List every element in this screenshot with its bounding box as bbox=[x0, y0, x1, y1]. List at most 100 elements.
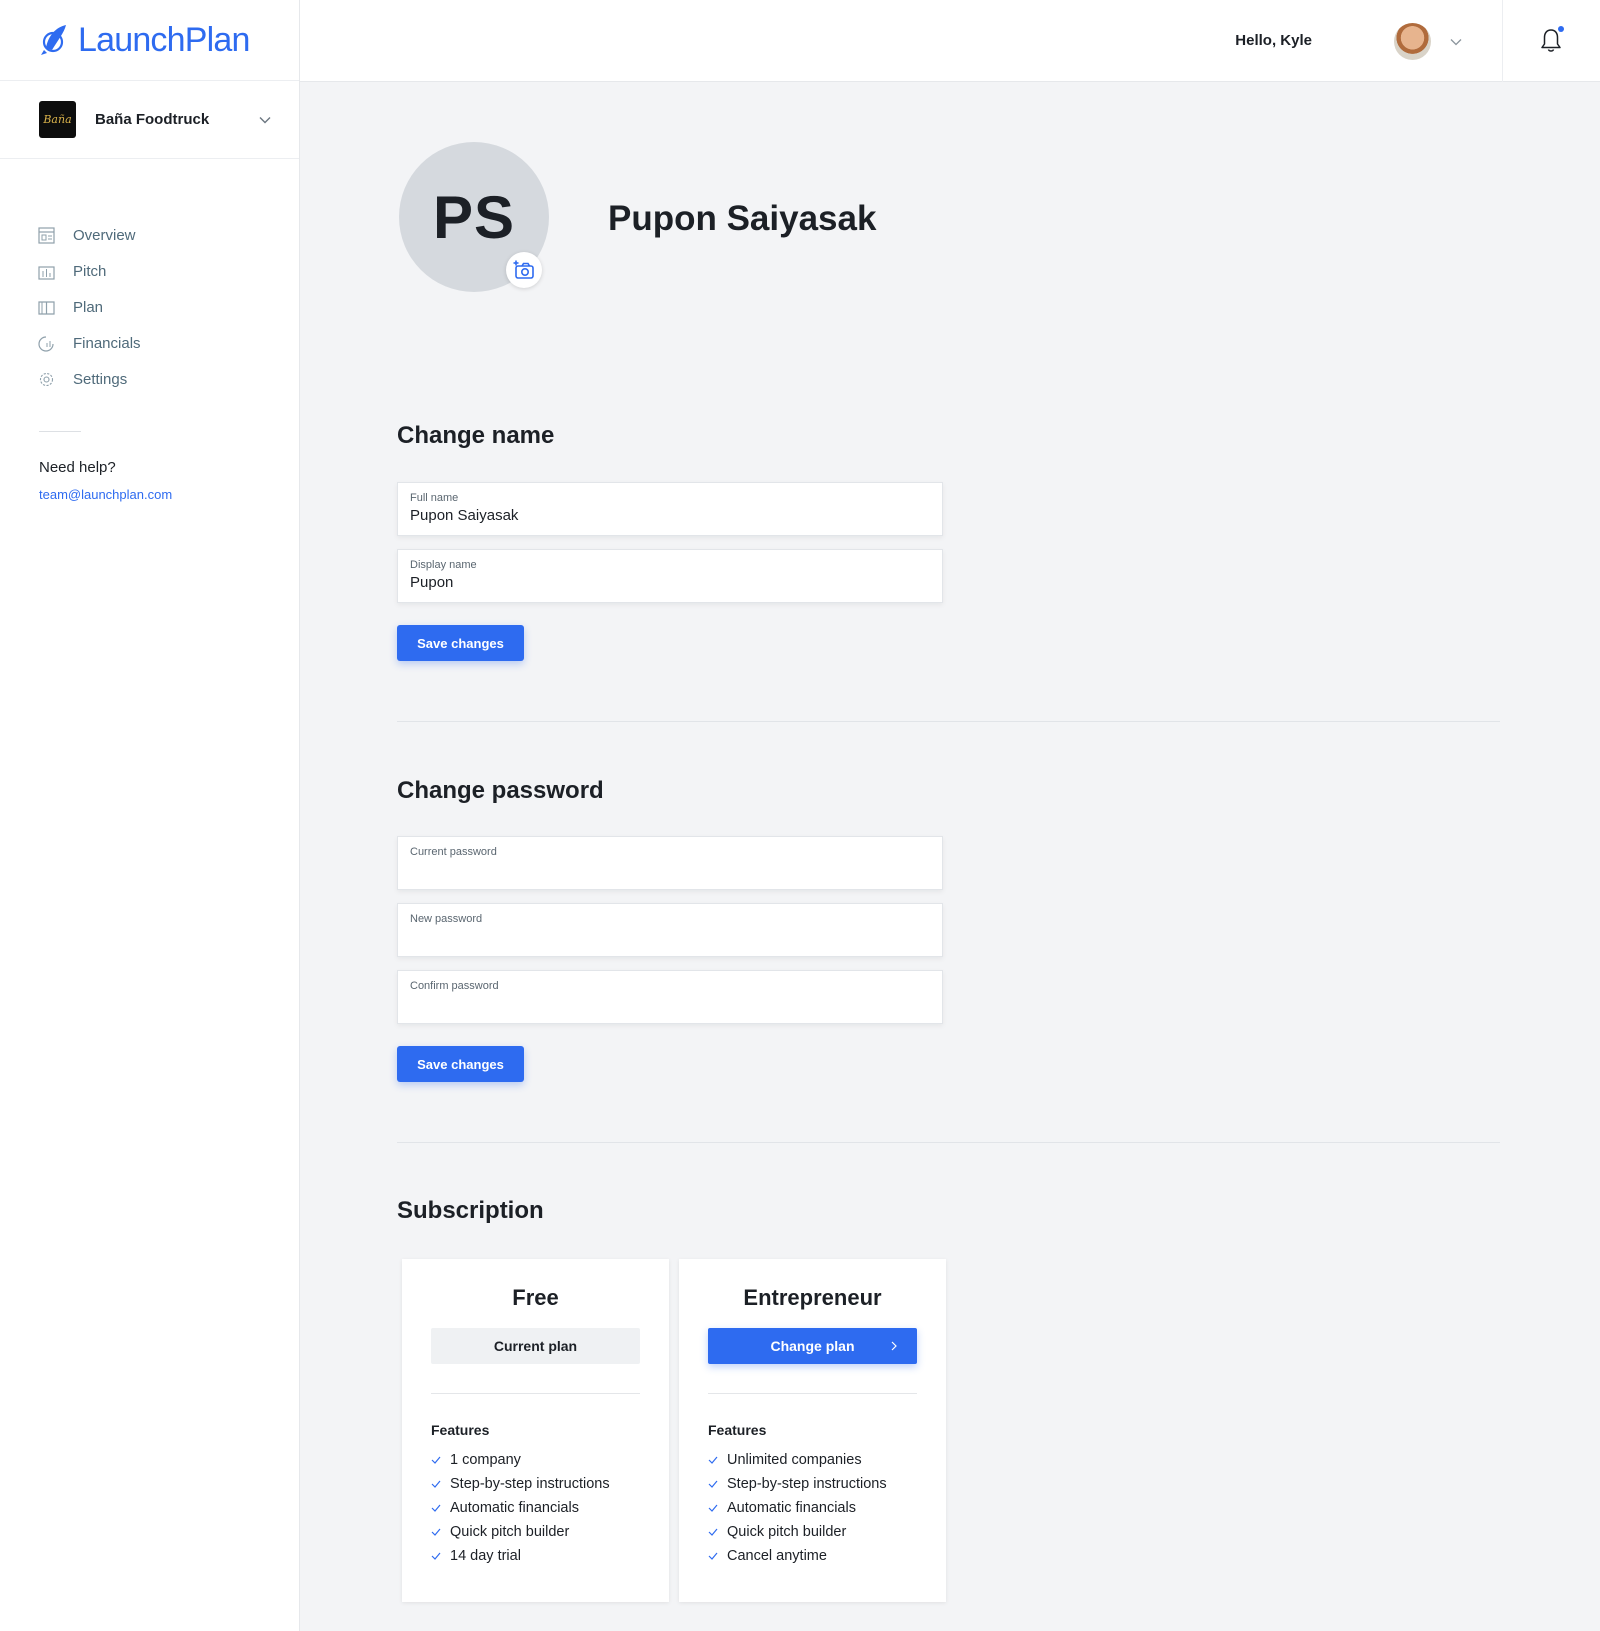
plan-divider bbox=[708, 1393, 917, 1394]
profile-header: PS Pupon Saiyasak bbox=[397, 82, 1500, 302]
sidebar-item-settings[interactable]: Settings bbox=[38, 361, 299, 397]
check-icon bbox=[431, 1504, 441, 1512]
sidebar-item-label: Plan bbox=[73, 298, 104, 316]
feature-label: Unlimited companies bbox=[727, 1452, 862, 1468]
profile-initials: PS bbox=[432, 183, 516, 251]
plan-icon bbox=[38, 300, 55, 315]
plan-divider bbox=[431, 1393, 640, 1394]
save-name-button[interactable]: Save changes bbox=[397, 625, 524, 661]
user-greeting: Hello, Kyle bbox=[1235, 32, 1312, 49]
add-photo-icon bbox=[513, 260, 534, 279]
confirm-password-label: Confirm password bbox=[410, 980, 499, 992]
sidebar-item-overview[interactable]: Overview bbox=[38, 217, 299, 253]
subscription-section: Subscription Free Current plan Features … bbox=[397, 1143, 1500, 1602]
feature-item: Unlimited companies bbox=[708, 1448, 917, 1472]
sidebar: LaunchPlan Baña Baña Foodtruck Overview bbox=[0, 0, 300, 1631]
help-section: Need help? team@launchplan.com bbox=[0, 432, 299, 504]
topbar: Hello, Kyle bbox=[300, 0, 1600, 82]
check-icon bbox=[708, 1552, 718, 1560]
feature-item: Cancel anytime bbox=[708, 1544, 917, 1568]
company-logo-text: Baña bbox=[43, 113, 72, 126]
feature-item: Step-by-step instructions bbox=[708, 1472, 917, 1496]
display-name-input[interactable] bbox=[410, 574, 930, 591]
sidebar-item-label: Pitch bbox=[73, 262, 107, 280]
check-icon bbox=[431, 1456, 441, 1464]
company-logo: Baña bbox=[39, 101, 76, 138]
change-name-section: Change name Full name Display name Save … bbox=[397, 302, 1500, 661]
sidebar-item-financials[interactable]: Financials bbox=[38, 325, 299, 361]
feature-label: Automatic financials bbox=[727, 1500, 856, 1516]
feature-label: Quick pitch builder bbox=[450, 1524, 570, 1540]
sidebar-item-label: Overview bbox=[73, 226, 136, 244]
full-name-field[interactable]: Full name bbox=[397, 482, 943, 536]
feature-label: Quick pitch builder bbox=[727, 1524, 847, 1540]
change-plan-label: Change plan bbox=[770, 1338, 855, 1354]
save-password-button[interactable]: Save changes bbox=[397, 1046, 524, 1082]
display-name-label: Display name bbox=[410, 559, 477, 571]
display-name-field[interactable]: Display name bbox=[397, 549, 943, 603]
plan-name: Free bbox=[512, 1285, 559, 1310]
current-password-label: Current password bbox=[410, 846, 497, 858]
features-title: Features bbox=[431, 1422, 490, 1438]
new-password-field[interactable]: New password bbox=[397, 903, 943, 957]
full-name-label: Full name bbox=[410, 492, 459, 504]
plan-cards: Free Current plan Features 1 company Ste… bbox=[402, 1259, 1500, 1602]
current-plan-badge: Current plan bbox=[431, 1328, 640, 1364]
help-email-link[interactable]: team@launchplan.com bbox=[39, 487, 172, 502]
financials-icon bbox=[38, 335, 54, 352]
company-name: Baña Foodtruck bbox=[95, 111, 210, 128]
sidebar-item-label: Settings bbox=[73, 370, 128, 388]
confirm-password-input[interactable] bbox=[410, 995, 930, 1012]
check-icon bbox=[431, 1528, 441, 1536]
new-password-label: New password bbox=[410, 913, 483, 925]
app-logo[interactable]: LaunchPlan bbox=[0, 0, 299, 81]
plan-name: Entrepreneur bbox=[743, 1285, 882, 1310]
chevron-down-icon bbox=[259, 116, 271, 123]
check-icon bbox=[431, 1552, 441, 1560]
feature-item: Automatic financials bbox=[708, 1496, 917, 1520]
sidebar-item-plan[interactable]: Plan bbox=[38, 289, 299, 325]
company-switcher[interactable]: Baña Baña Foodtruck bbox=[0, 81, 299, 159]
plan-card-entrepreneur: Entrepreneur Change plan Features Unlimi… bbox=[679, 1259, 946, 1602]
feature-label: Step-by-step instructions bbox=[450, 1476, 610, 1492]
check-icon bbox=[708, 1528, 718, 1536]
new-password-input[interactable] bbox=[410, 928, 930, 945]
feature-item: Quick pitch builder bbox=[708, 1520, 917, 1544]
sidebar-item-pitch[interactable]: Pitch bbox=[38, 253, 299, 289]
feature-label: 14 day trial bbox=[450, 1548, 521, 1564]
chevron-right-icon bbox=[891, 1341, 897, 1351]
plan-card-free: Free Current plan Features 1 company Ste… bbox=[402, 1259, 669, 1602]
overview-icon bbox=[38, 226, 55, 244]
feature-item: Automatic financials bbox=[431, 1496, 640, 1520]
check-icon bbox=[708, 1480, 718, 1488]
confirm-password-field[interactable]: Confirm password bbox=[397, 970, 943, 1024]
sidebar-nav: Overview Pitch Plan Financials Settings bbox=[0, 159, 299, 397]
subscription-title: Subscription bbox=[397, 1197, 544, 1224]
current-password-input[interactable] bbox=[410, 861, 930, 878]
change-plan-button[interactable]: Change plan bbox=[708, 1328, 917, 1364]
full-name-input[interactable] bbox=[410, 507, 930, 524]
chevron-down-icon[interactable] bbox=[1450, 38, 1462, 46]
feature-label: Step-by-step instructions bbox=[727, 1476, 887, 1492]
change-photo-button[interactable] bbox=[506, 252, 542, 288]
settings-icon bbox=[39, 372, 54, 386]
notifications-bell-icon[interactable] bbox=[1540, 28, 1562, 54]
check-icon bbox=[431, 1480, 441, 1488]
feature-item: Quick pitch builder bbox=[431, 1520, 640, 1544]
features-title: Features bbox=[708, 1422, 767, 1438]
account-settings: PS Pupon Saiyasak Change name Full name … bbox=[397, 82, 1500, 1602]
feature-item: 1 company bbox=[431, 1448, 640, 1472]
feature-label: Automatic financials bbox=[450, 1500, 579, 1516]
change-password-title: Change password bbox=[397, 777, 604, 804]
notification-dot bbox=[1558, 26, 1564, 32]
change-password-section: Change password Current password New pas… bbox=[397, 722, 1500, 1082]
feature-label: Cancel anytime bbox=[727, 1548, 827, 1564]
user-avatar[interactable] bbox=[1394, 23, 1431, 60]
current-password-field[interactable]: Current password bbox=[397, 836, 943, 890]
pitch-icon bbox=[38, 265, 55, 280]
feature-label: 1 company bbox=[450, 1452, 521, 1468]
app-name: LaunchPlan bbox=[78, 20, 250, 59]
rocket-logo-icon bbox=[41, 25, 66, 55]
check-icon bbox=[708, 1456, 718, 1464]
change-name-title: Change name bbox=[397, 422, 555, 449]
